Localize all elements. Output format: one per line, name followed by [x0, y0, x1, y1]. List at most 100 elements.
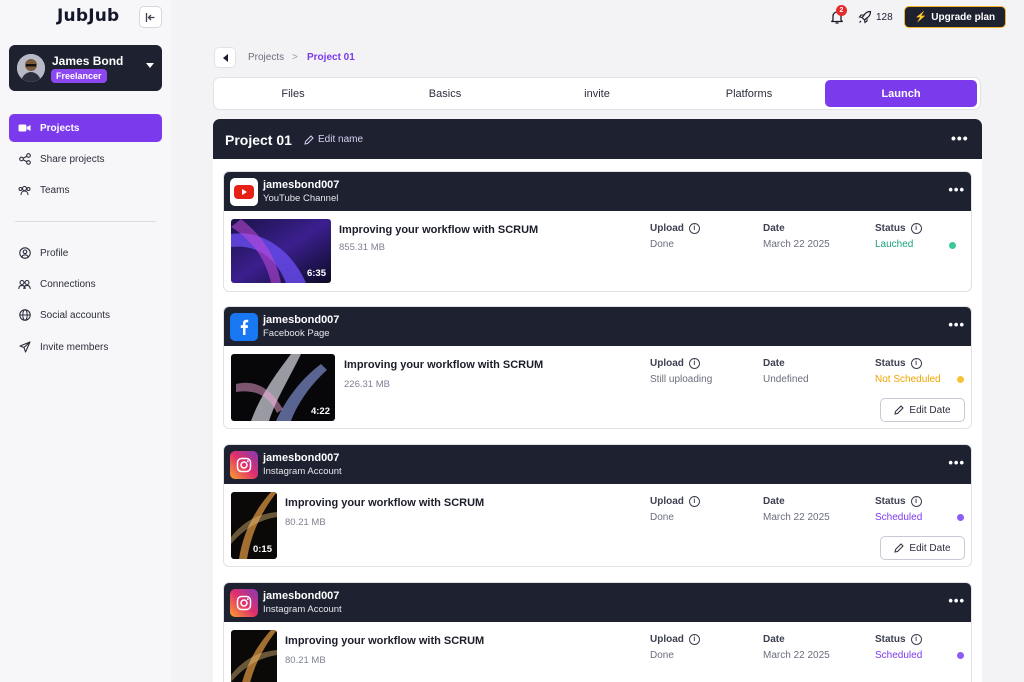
tab-launch[interactable]: Launch	[825, 80, 977, 107]
info-icon[interactable]: i	[910, 634, 922, 645]
sidebar-item-projects[interactable]: Projects	[9, 114, 162, 142]
edit-date-button[interactable]: Edit Date	[880, 398, 965, 422]
scheduled-date: March 22 2025	[763, 239, 830, 250]
sidebar: JubJub James Bond Freelancer Projects Sh…	[0, 0, 171, 682]
facebook-icon	[230, 313, 258, 341]
status-dot	[949, 242, 956, 249]
platform-card-facebook: jamesbond007 Facebook Page ••• 4:22 Impr…	[223, 306, 972, 429]
status-label: Status i	[875, 496, 922, 507]
tab-platforms[interactable]: Platforms	[673, 80, 825, 107]
upload-status: Done	[650, 650, 674, 661]
project-menu-button[interactable]: •••	[951, 130, 969, 146]
avatar	[17, 54, 45, 82]
video-title: Improving your workflow with SCRUM	[285, 497, 485, 509]
video-thumbnail[interactable]: 4:22	[231, 354, 335, 421]
notification-count-badge: 2	[836, 5, 847, 16]
sidebar-item-connections[interactable]: Connections	[9, 270, 162, 298]
sidebar-item-label: Share projects	[40, 153, 105, 165]
video-title: Improving your workflow with SCRUM	[285, 635, 485, 647]
breadcrumb-projects[interactable]: Projects	[248, 52, 284, 63]
back-button[interactable]	[214, 47, 236, 68]
tab-invite[interactable]: invite	[521, 80, 673, 107]
pencil-icon	[894, 543, 905, 553]
card-header: jamesbond007 Instagram Account •••	[224, 445, 971, 484]
collapse-left-icon	[145, 12, 155, 22]
info-icon[interactable]: i	[910, 358, 922, 369]
card-menu-button[interactable]: •••	[948, 455, 965, 470]
collapse-sidebar-button[interactable]	[139, 6, 162, 28]
sidebar-item-label: Projects	[40, 122, 80, 134]
account-type: Instagram Account	[263, 466, 342, 477]
video-title: Improving your workflow with SCRUM	[344, 359, 544, 371]
upload-status: Done	[650, 512, 674, 523]
date-label: Date	[763, 358, 785, 369]
project-tabs: Files Basics invite Platforms Launch	[213, 77, 981, 110]
upgrade-plan-button[interactable]: ⚡ Upgrade plan	[904, 6, 1006, 28]
sidebar-item-label: Invite members	[40, 341, 109, 353]
status-value: Lauched	[875, 239, 914, 250]
project-panel: Project 01 Edit name ••• jamesbond007 Yo…	[213, 119, 982, 682]
sidebar-item-share-projects[interactable]: Share projects	[9, 145, 162, 173]
upload-label: Upload i	[650, 634, 700, 645]
info-icon[interactable]: i	[688, 223, 700, 234]
card-header: jamesbond007 YouTube Channel •••	[224, 172, 971, 211]
status-value: Not Scheduled	[875, 374, 941, 385]
video-thumbnail[interactable]: 6:35	[231, 219, 331, 283]
file-size: 80.21 MB	[285, 517, 326, 528]
video-title: Improving your workflow with SCRUM	[339, 224, 539, 236]
status-dot	[957, 514, 964, 521]
info-icon[interactable]: i	[688, 496, 700, 507]
sidebar-item-social-accounts[interactable]: Social accounts	[9, 301, 162, 329]
sidebar-item-invite-members[interactable]: Invite members	[9, 333, 162, 361]
card-menu-button[interactable]: •••	[948, 317, 965, 332]
scheduled-date: March 22 2025	[763, 512, 830, 523]
info-icon[interactable]: i	[910, 496, 922, 507]
edit-name-button[interactable]: Edit name	[304, 134, 363, 145]
tab-files[interactable]: Files	[217, 80, 369, 107]
profile-switcher[interactable]: James Bond Freelancer	[9, 45, 162, 91]
account-name: jamesbond007	[263, 179, 340, 191]
upload-status: Done	[650, 239, 674, 250]
info-icon[interactable]: i	[688, 634, 700, 645]
file-size: 80.21 MB	[285, 655, 326, 666]
edit-date-button[interactable]: Edit Date	[880, 536, 965, 560]
edit-date-label: Edit Date	[909, 404, 951, 416]
video-camera-icon	[18, 122, 31, 135]
date-label: Date	[763, 634, 785, 645]
lightning-icon: ⚡	[914, 11, 928, 23]
sidebar-item-label: Profile	[40, 247, 69, 259]
pencil-icon	[894, 405, 905, 415]
card-menu-button[interactable]: •••	[948, 182, 965, 197]
breadcrumb-separator: >	[292, 52, 298, 63]
info-icon[interactable]: i	[688, 358, 700, 369]
app-logo[interactable]: JubJub	[57, 6, 119, 26]
status-label: Status i	[875, 634, 922, 645]
info-icon[interactable]: i	[910, 223, 922, 234]
scheduled-date: Undefined	[763, 374, 809, 385]
platform-card-instagram: jamesbond007 Instagram Account ••• 0:15 …	[223, 444, 972, 567]
status-dot	[957, 376, 964, 383]
video-thumbnail[interactable]: 0:15	[231, 492, 277, 559]
status-value: Scheduled	[875, 650, 923, 661]
caret-left-icon	[222, 53, 228, 62]
account-name: jamesbond007	[263, 452, 340, 464]
status-label: Status i	[875, 223, 922, 234]
sidebar-item-label: Connections	[40, 278, 96, 290]
date-label: Date	[763, 496, 785, 507]
card-menu-button[interactable]: •••	[948, 593, 965, 608]
user-circle-icon	[18, 247, 31, 260]
sidebar-item-profile[interactable]: Profile	[9, 239, 162, 267]
video-duration: 6:35	[306, 268, 326, 279]
sidebar-item-teams[interactable]: Teams	[9, 176, 162, 204]
profile-name: James Bond	[52, 54, 124, 68]
date-label: Date	[763, 223, 785, 234]
account-type: Facebook Page	[263, 328, 330, 339]
teams-icon	[18, 184, 31, 197]
connections-icon	[18, 278, 31, 291]
video-thumbnail[interactable]	[231, 630, 277, 682]
tab-basics[interactable]: Basics	[369, 80, 521, 107]
youtube-icon	[230, 178, 258, 206]
instagram-icon	[230, 589, 258, 617]
platform-card-youtube: jamesbond007 YouTube Channel ••• 6:35 Im…	[223, 171, 972, 292]
pencil-icon	[304, 134, 314, 145]
